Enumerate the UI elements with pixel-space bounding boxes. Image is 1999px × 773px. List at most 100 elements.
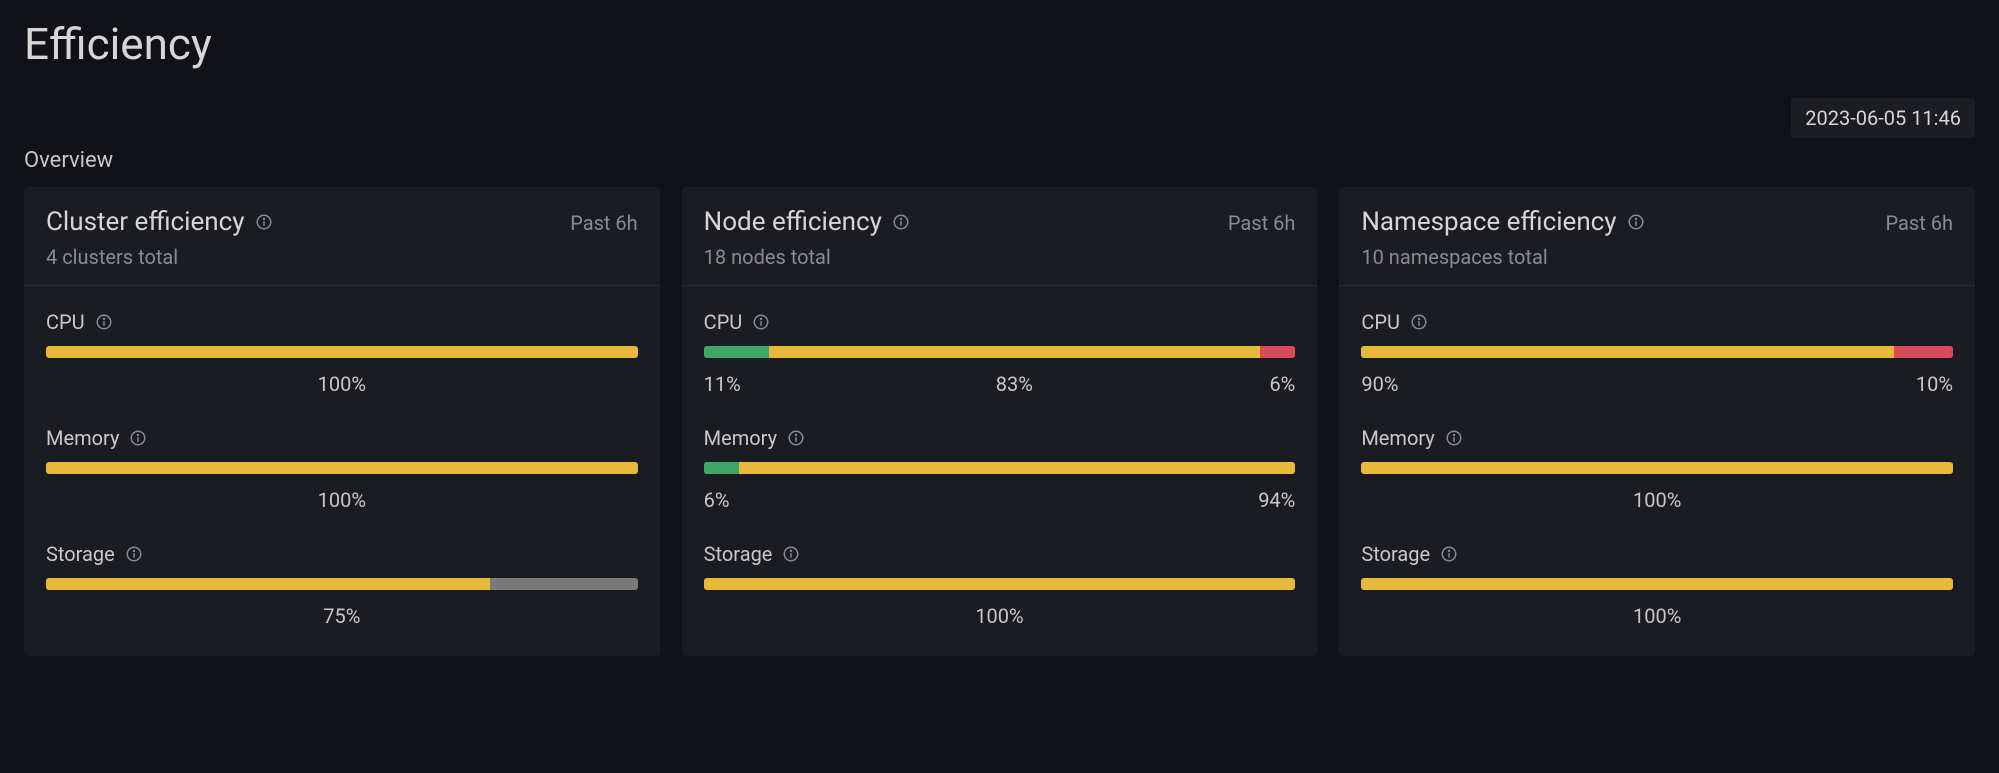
progress-labels: 11%83%6%	[704, 370, 1296, 396]
segment-label: 100%	[1361, 488, 1953, 512]
card-title-text: Namespace efficiency	[1361, 207, 1616, 237]
info-icon[interactable]	[892, 213, 910, 231]
metric-memory: Memory 100%	[1361, 426, 1953, 512]
info-icon[interactable]	[782, 545, 800, 563]
info-icon[interactable]	[125, 545, 143, 563]
card-header: Cluster efficiency 4 clusters total Past…	[24, 187, 660, 286]
metric-label: CPU	[704, 310, 1296, 334]
card-body: CPU 100% Memory 100%	[24, 286, 660, 656]
segment-label: 11%	[704, 372, 769, 396]
metric-label: Storage	[1361, 542, 1953, 566]
segment-yellow	[46, 462, 638, 474]
metric-cpu: CPU 100%	[46, 310, 638, 396]
metric-label-text: CPU	[46, 310, 85, 334]
metric-label: Storage	[704, 542, 1296, 566]
info-icon[interactable]	[95, 313, 113, 331]
segment-yellow	[1361, 462, 1953, 474]
segment-green	[704, 346, 769, 358]
segment-green	[704, 462, 740, 474]
segment-label: 100%	[46, 488, 638, 512]
metric-storage: Storage 100%	[704, 542, 1296, 628]
metric-label-text: Storage	[1361, 542, 1430, 566]
card-subtitle: 4 clusters total	[46, 245, 273, 269]
segment-label: 100%	[1361, 604, 1953, 628]
segment-label: 6%	[704, 488, 740, 512]
card-title: Namespace efficiency	[1361, 207, 1644, 237]
section-title-overview: Overview	[24, 148, 1975, 173]
metric-label: Storage	[46, 542, 638, 566]
segment-yellow	[1361, 578, 1953, 590]
card-subtitle: 10 namespaces total	[1361, 245, 1644, 269]
segment-red	[1894, 346, 1953, 358]
progress-labels: 90%10%	[1361, 370, 1953, 396]
segment-red	[1260, 346, 1296, 358]
progress-labels: 100%	[1361, 486, 1953, 512]
metric-storage: Storage 75%	[46, 542, 638, 628]
metric-storage: Storage 100%	[1361, 542, 1953, 628]
metric-memory: Memory 6%94%	[704, 426, 1296, 512]
card-title-wrap: Cluster efficiency 4 clusters total	[46, 207, 273, 269]
progress-bar	[704, 578, 1296, 590]
info-icon[interactable]	[255, 213, 273, 231]
info-icon[interactable]	[1445, 429, 1463, 447]
progress-bar	[1361, 346, 1953, 358]
progress-labels: 100%	[704, 602, 1296, 628]
timestamp-badge[interactable]: 2023-06-05 11:46	[1791, 98, 1975, 138]
info-icon[interactable]	[752, 313, 770, 331]
card-subtitle: 18 nodes total	[704, 245, 910, 269]
segment-yellow	[704, 578, 1296, 590]
segment-label: 90%	[1361, 372, 1894, 396]
metric-label-text: CPU	[1361, 310, 1400, 334]
segment-label: 100%	[704, 604, 1296, 628]
card-period: Past 6h	[1228, 207, 1295, 235]
segment-label: 83%	[769, 372, 1260, 396]
segment-yellow	[739, 462, 1295, 474]
info-icon[interactable]	[787, 429, 805, 447]
metric-label-text: Memory	[46, 426, 119, 450]
info-icon[interactable]	[1440, 545, 1458, 563]
progress-bar	[46, 346, 638, 358]
progress-labels: 100%	[1361, 602, 1953, 628]
segment-label: 94%	[739, 488, 1295, 512]
progress-labels: 100%	[46, 486, 638, 512]
segment-label: 10%	[1894, 372, 1953, 396]
card-title: Cluster efficiency	[46, 207, 273, 237]
card-title-wrap: Namespace efficiency 10 namespaces total	[1361, 207, 1644, 269]
card-header: Node efficiency 18 nodes total Past 6h	[682, 187, 1318, 286]
card-title: Node efficiency	[704, 207, 910, 237]
metric-cpu: CPU 11%83%6%	[704, 310, 1296, 396]
metric-label-text: Memory	[1361, 426, 1434, 450]
info-icon[interactable]	[129, 429, 147, 447]
metric-label: Memory	[46, 426, 638, 450]
card-period: Past 6h	[570, 207, 637, 235]
metric-label: CPU	[46, 310, 638, 334]
info-icon[interactable]	[1627, 213, 1645, 231]
progress-bar	[704, 462, 1296, 474]
segment-yellow	[46, 578, 490, 590]
info-icon[interactable]	[1410, 313, 1428, 331]
card-body: CPU 90%10% Memory 100%	[1339, 286, 1975, 656]
card-title-text: Cluster efficiency	[46, 207, 245, 237]
segment-label: 6%	[1260, 372, 1296, 396]
page-title: Efficiency	[24, 18, 1975, 70]
metric-cpu: CPU 90%10%	[1361, 310, 1953, 396]
segment-yellow	[769, 346, 1260, 358]
metric-label: CPU	[1361, 310, 1953, 334]
progress-bar	[704, 346, 1296, 358]
progress-bar	[46, 578, 638, 590]
card-period: Past 6h	[1886, 207, 1953, 235]
metric-label-text: Storage	[704, 542, 773, 566]
segment-yellow	[1361, 346, 1894, 358]
progress-labels: 100%	[46, 370, 638, 396]
progress-labels: 75%	[46, 602, 638, 628]
metric-label: Memory	[704, 426, 1296, 450]
metric-label: Memory	[1361, 426, 1953, 450]
card-header: Namespace efficiency 10 namespaces total…	[1339, 187, 1975, 286]
progress-bar	[1361, 578, 1953, 590]
card-node-efficiency: Node efficiency 18 nodes total Past 6h C…	[682, 187, 1318, 656]
card-body: CPU 11%83%6% Memory 6%94%	[682, 286, 1318, 656]
metric-memory: Memory 100%	[46, 426, 638, 512]
segment-yellow	[46, 346, 638, 358]
metric-label-text: Storage	[46, 542, 115, 566]
progress-labels: 6%94%	[704, 486, 1296, 512]
